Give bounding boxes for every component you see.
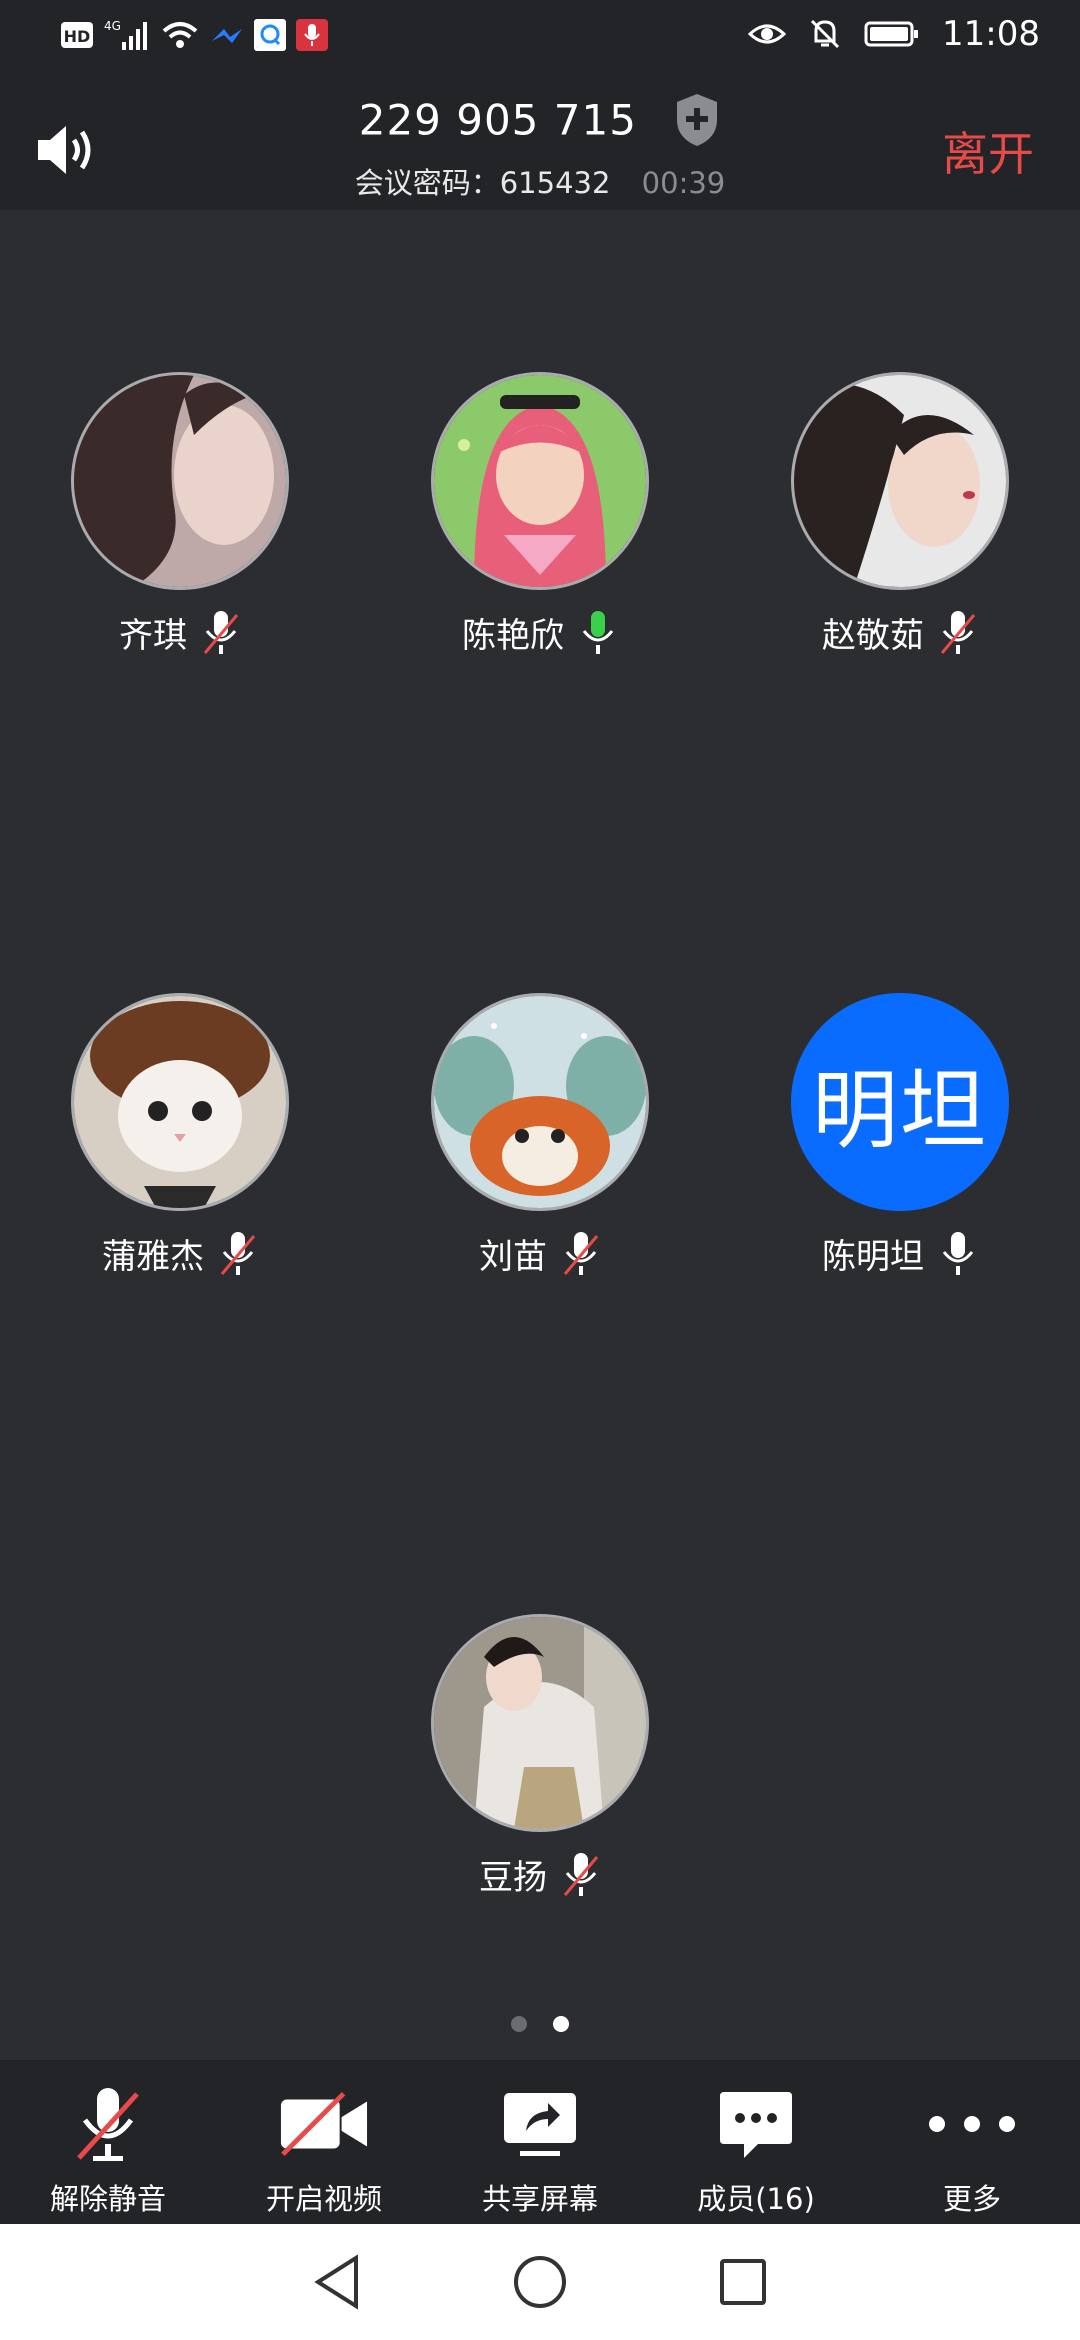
svg-text:4G: 4G [104,19,121,33]
qq-icon [254,19,286,51]
avatar-initials: 明坦 [812,1060,988,1161]
meeting-subinfo: 会议密码：615432 00:39 [0,160,1080,202]
participant-tile[interactable]: 豆扬 [360,1614,720,1899]
participant-name: 齐琪 [119,616,187,656]
signal-icon: 4G [104,18,150,52]
wifi-icon [160,19,200,51]
share-screen-icon [504,2093,576,2156]
recents-icon[interactable] [718,2257,768,2307]
hd-icon: HD [60,20,94,50]
more-button[interactable]: 更多 [864,2060,1080,2224]
participant-tile[interactable]: 蒲雅杰 [0,993,360,1278]
avatar [431,993,649,1211]
bottom-toolbar: 解除静音 开启视频 共享屏幕 成员(16) 更多 [0,2060,1080,2224]
meeting-timer: 00:39 [641,166,726,200]
mic-muted-icon [563,1231,599,1275]
participant-name: 蒲雅杰 [102,1237,204,1277]
chat-members-icon [720,2092,792,2158]
participant-name: 刘苗 [479,1237,547,1277]
home-icon[interactable] [512,2254,568,2310]
meeting-id: 229 905 715 [0,92,1080,148]
page-dot-active[interactable] [553,2016,569,2032]
avatar [431,1614,649,1832]
participant-name: 豆扬 [479,1858,547,1898]
members-button[interactable]: 成员(16) [648,2060,864,2224]
avatar [71,993,289,1211]
participant-name: 陈明坦 [822,1237,924,1277]
share-screen-label: 共享屏幕 [481,2182,598,2216]
page-dot[interactable] [511,2016,527,2032]
meeting-id-text: 229 905 715 [358,95,637,145]
participant-tile[interactable]: 齐琪 [0,372,360,657]
participant-tile[interactable]: 明坦 陈明坦 [720,993,1080,1278]
more-label: 更多 [942,2182,1001,2216]
participant-tile[interactable]: 赵敬茹 [720,372,1080,657]
feishu-icon [210,23,244,47]
mic-muted-icon [77,2088,139,2161]
members-label: 成员(16) [697,2182,815,2216]
battery-icon [864,20,920,48]
unmute-button[interactable]: 解除静音 [0,2060,216,2224]
mic-icon [942,1231,974,1275]
mic-app-icon [296,19,328,51]
more-dots-icon [929,2116,1015,2132]
mic-muted-icon [220,1231,256,1275]
mic-muted-icon [940,610,976,654]
leave-button[interactable]: 离开 [942,118,1034,184]
avatar [791,372,1009,590]
bell-off-icon [808,17,842,51]
shield-icon[interactable] [673,92,721,148]
participant-tile[interactable]: 陈艳欣 [360,372,720,657]
status-time: 11:08 [942,14,1040,54]
avatar [71,372,289,590]
participant-name: 赵敬茹 [822,616,924,656]
page-indicator [0,2016,1080,2032]
mic-speaking-icon [582,610,614,654]
start-video-button[interactable]: 开启视频 [216,2060,432,2224]
avatar: 明坦 [791,993,1009,1211]
back-icon[interactable] [312,2254,362,2310]
participant-tile[interactable]: 刘苗 [360,993,720,1278]
system-nav-bar [0,2224,1080,2340]
meeting-password: 会议密码：615432 [354,166,611,200]
start-video-label: 开启视频 [265,2182,382,2216]
meeting-header: 229 905 715 会议密码：615432 00:39 离开 [0,80,1080,210]
mic-muted-icon [203,610,239,654]
video-off-icon [280,2091,368,2157]
avatar [431,372,649,590]
mic-muted-icon [563,1852,599,1896]
share-screen-button[interactable]: 共享屏幕 [432,2060,648,2224]
svg-text:HD: HD [64,27,91,46]
status-bar: HD 4G 11:08 [0,0,1080,80]
unmute-label: 解除静音 [49,2182,166,2216]
eye-icon [748,20,787,48]
participant-name: 陈艳欣 [462,616,564,656]
